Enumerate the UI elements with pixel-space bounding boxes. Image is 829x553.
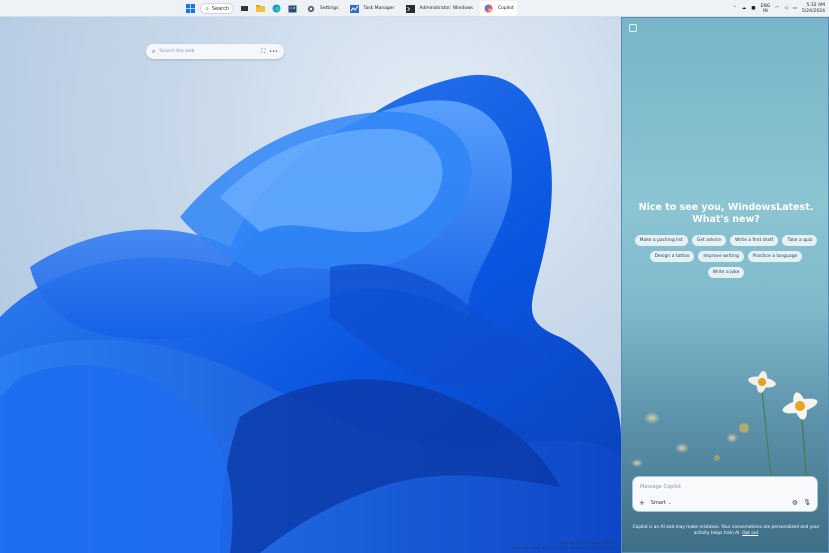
chevron-up-icon[interactable]: ⌃: [733, 6, 737, 11]
windows-start-icon[interactable]: [184, 3, 196, 15]
chevron-down-icon: ⌄: [668, 500, 672, 505]
task-manager-icon: [348, 3, 360, 15]
sidebar-toggle-icon[interactable]: [629, 24, 637, 32]
taskbar-app-task-manager[interactable]: Task Manager: [345, 1, 397, 16]
taskbar-app-copilot[interactable]: Copilot: [479, 1, 517, 16]
language-indicator[interactable]: ENG IN: [761, 4, 771, 14]
wifi-icon[interactable]: ◠: [775, 6, 779, 11]
desktop: ⌕ Search the web ⛶ ••• Windows 11 Pro In…: [0, 17, 621, 553]
suggestion-chip[interactable]: Improve writing: [698, 251, 744, 262]
add-attachment-icon[interactable]: +: [639, 499, 645, 507]
terminal-icon: [404, 3, 416, 15]
suggestion-row-2: Design a tattoo Improve writing Practice…: [632, 251, 820, 262]
copilot-greeting: Nice to see you, WindowsLatest. What's n…: [638, 202, 814, 225]
suggestion-row-3: Write a joke: [632, 267, 820, 278]
edge-icon[interactable]: [270, 3, 282, 15]
taskbar-search-box[interactable]: ⌕ Search: [200, 3, 234, 14]
suggestion-chip[interactable]: Practice a language: [747, 251, 803, 262]
settings-icon: [305, 3, 317, 15]
mode-selector[interactable]: Smart ⌄: [651, 500, 671, 506]
battery-icon[interactable]: ▭: [793, 6, 797, 11]
taskbar-center: ⌕ Search Settings Task Manager Administr…: [184, 0, 517, 17]
clock-date: 5/24/2024: [801, 8, 825, 14]
taskbar-app-settings[interactable]: Settings: [302, 1, 341, 16]
desktop-search-widget[interactable]: ⌕ Search the web ⛶ •••: [146, 44, 284, 59]
suggestion-chip[interactable]: Write a joke: [707, 267, 745, 278]
taskbar: ⌕ Search Settings Task Manager Administr…: [0, 0, 829, 17]
wallpaper-bloom: [0, 75, 621, 553]
tray-app-icon[interactable]: ■: [751, 6, 755, 11]
voice-icon[interactable]: ◍: [792, 499, 797, 506]
daisy-flower: [782, 392, 818, 420]
task-view-icon[interactable]: [238, 3, 250, 15]
taskbar-app-label: Settings: [320, 6, 339, 11]
cloud-icon[interactable]: ☁: [742, 6, 747, 11]
taskbar-app-terminal[interactable]: Administrator: Windows: [401, 1, 476, 16]
taskbar-app-label: Copilot: [497, 6, 514, 11]
system-tray: ⌃ ☁ ■ ENG IN ◠ ◁ ▭ 5:32 AM 5/24/2024: [733, 0, 825, 17]
mode-label: Smart: [650, 499, 666, 506]
file-explorer-icon[interactable]: [254, 3, 266, 15]
volume-icon[interactable]: ◁: [784, 6, 787, 11]
visual-search-icon[interactable]: ⛶: [261, 48, 265, 56]
opt-out-link[interactable]: Opt out: [742, 531, 758, 536]
flowers-background: [631, 371, 818, 489]
message-input[interactable]: Message Copilot: [640, 484, 681, 490]
search-icon: ⌕: [152, 47, 156, 55]
disclaimer-text: Copilot is an AI and may make mistakes. …: [632, 525, 820, 536]
taskbar-app-label: Administrator: Windows: [419, 6, 473, 11]
build-watermark: Windows 11 Pro Insider Preview Evaluatio…: [512, 541, 615, 551]
lang-bottom: IN: [763, 8, 768, 14]
store-icon[interactable]: [286, 3, 298, 15]
message-composer[interactable]: Message Copilot + Smart ⌄ ◍ 🎙: [632, 476, 818, 512]
suggestion-chip[interactable]: Make a packing list: [634, 235, 688, 246]
copilot-panel: Nice to see you, WindowsLatest. What's n…: [621, 17, 829, 553]
suggestion-chip[interactable]: Get advice: [691, 235, 726, 246]
suggestion-chip[interactable]: Write a first draft: [730, 235, 779, 246]
more-options-button[interactable]: •••: [269, 49, 278, 55]
suggestion-row-1: Make a packing list Get advice Write a f…: [632, 235, 820, 246]
clock[interactable]: 5:32 AM 5/24/2024: [802, 3, 825, 15]
desktop-search-placeholder: Search the web: [159, 49, 195, 54]
search-icon: ⌕: [206, 5, 209, 12]
taskbar-app-label: Task Manager: [363, 6, 395, 11]
watermark-line2: Evaluation copy. Build 26100.ge_release_…: [512, 546, 615, 550]
suggestion-chip[interactable]: Design a tattoo: [649, 251, 695, 262]
daisy-flower: [748, 371, 776, 393]
copilot-disclaimer: Copilot is an AI and may make mistakes. …: [632, 525, 820, 537]
copilot-icon: [483, 3, 495, 15]
suggestion-chip[interactable]: Take a quiz: [782, 235, 818, 246]
microphone-icon[interactable]: 🎙: [803, 499, 811, 506]
composer-toolbar: + Smart ⌄ ◍ 🎙: [639, 498, 811, 507]
taskbar-search-label: Search: [211, 5, 229, 12]
